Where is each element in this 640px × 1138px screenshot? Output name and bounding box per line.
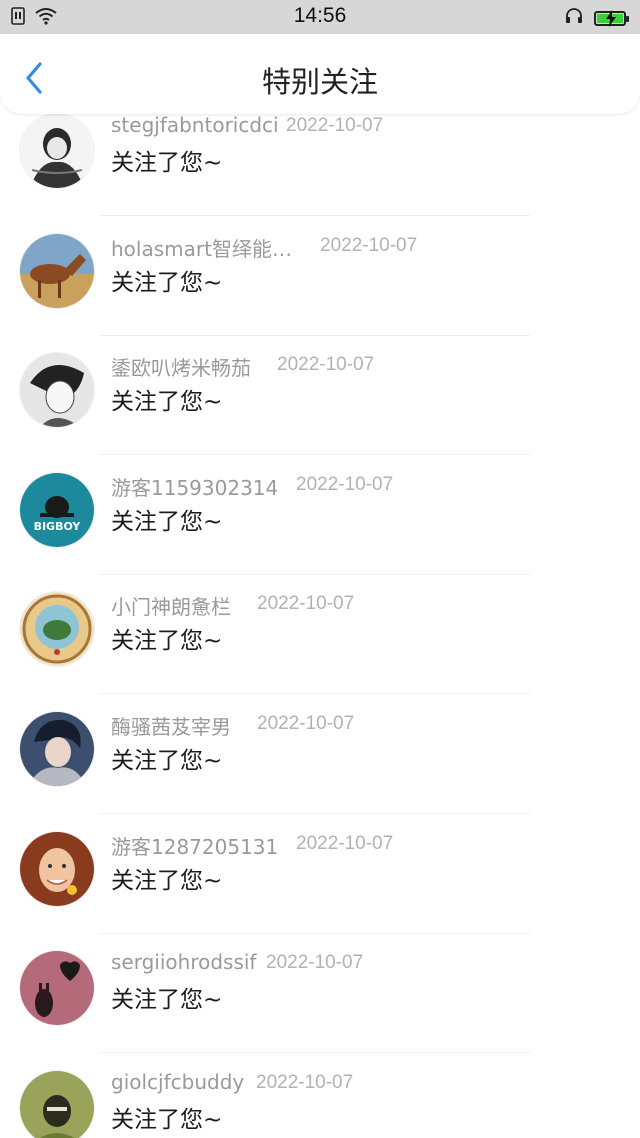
user-name: 鋈欧叭烤米畅茄 — [111, 356, 251, 381]
avatar[interactable] — [20, 711, 94, 786]
follow-date: 2022-10-07 — [257, 593, 355, 615]
avatar[interactable] — [20, 592, 94, 667]
follow-date: 2022-10-07 — [256, 1071, 354, 1093]
follow-message: 关注了您~ — [111, 508, 223, 535]
status-bar: 14:56 — [0, 0, 640, 34]
follow-message: 关注了您~ — [111, 747, 223, 774]
follow-date: 2022-10-07 — [296, 832, 394, 854]
avatar[interactable] — [20, 831, 94, 906]
follow-date: 2022-10-07 — [266, 952, 364, 974]
follow-message: 关注了您~ — [111, 269, 223, 296]
follow-message: 关注了您~ — [111, 628, 223, 655]
list-item[interactable]: 酶骚茜芨宰男 2022-10-07 关注了您~ — [0, 696, 640, 816]
follow-message: 关注了您~ — [111, 389, 223, 416]
page-title: 特别关注 — [261, 65, 378, 99]
user-name: sergiiohrodssif — [111, 950, 257, 975]
divider — [100, 812, 530, 814]
follow-message: 关注了您~ — [111, 1106, 223, 1133]
list-item[interactable]: 鋈欧叭烤米畅茄 2022-10-07 关注了您~ — [0, 337, 640, 457]
status-time: 14:56 — [293, 4, 347, 27]
divider — [100, 932, 530, 934]
list-item[interactable]: giolcjfcbuddy 2022-10-07 关注了您~ — [0, 1055, 640, 1138]
user-name: 游客1159302314 — [111, 475, 279, 500]
follow-date: 2022-10-07 — [277, 354, 375, 376]
list-item[interactable]: 小门神朗惫栏 2022-10-07 关注了您~ — [0, 576, 640, 696]
svg-text:BIGBOY: BIGBOY — [34, 520, 82, 533]
list-item[interactable]: BIGBOY 游客1159302314 2022-10-07 关注了您~ — [0, 457, 640, 577]
follow-list[interactable]: stegjfabntoricdci 2022-10-07 关注了您~ holas… — [0, 114, 640, 1138]
user-name: 小门神朗惫栏 — [111, 595, 231, 620]
divider — [100, 1052, 530, 1054]
divider — [100, 573, 530, 575]
user-name: stegjfabntoricdci — [111, 114, 279, 137]
user-name: holasmart智绎能… — [111, 236, 292, 261]
list-item[interactable]: 游客1287205131 2022-10-07 关注了您~ — [0, 816, 640, 936]
user-name: giolcjfcbuddy — [111, 1069, 245, 1094]
battery-charging-icon — [594, 9, 629, 27]
list-item[interactable]: stegjfabntoricdci 2022-10-07 关注了您~ — [0, 114, 640, 218]
status-right-icons — [564, 7, 630, 29]
follow-date: 2022-10-07 — [320, 234, 418, 256]
headset-icon — [564, 7, 584, 29]
avatar[interactable] — [20, 353, 94, 428]
avatar[interactable] — [20, 233, 94, 308]
divider — [100, 334, 530, 336]
follow-message: 关注了您~ — [111, 150, 223, 176]
avatar[interactable] — [20, 951, 94, 1026]
follow-message: 关注了您~ — [111, 867, 223, 894]
divider — [100, 693, 530, 695]
user-name: 游客1287205131 — [111, 834, 279, 859]
follow-date: 2022-10-07 — [286, 115, 384, 136]
list-item[interactable]: sergiiohrodssif 2022-10-07 关注了您~ — [0, 935, 640, 1055]
divider — [100, 454, 530, 456]
follow-message: 关注了您~ — [111, 987, 223, 1014]
avatar[interactable]: BIGBOY — [20, 472, 94, 547]
list-item[interactable]: holasmart智绎能… 2022-10-07 关注了您~ — [0, 218, 640, 338]
follow-date: 2022-10-07 — [257, 712, 355, 734]
follow-date: 2022-10-07 — [296, 473, 394, 495]
user-name: 酶骚茜芨宰男 — [111, 714, 231, 739]
nav-header: 特别关注 — [0, 34, 640, 114]
avatar[interactable] — [20, 114, 94, 188]
divider — [100, 215, 530, 216]
avatar[interactable] — [20, 1070, 94, 1138]
